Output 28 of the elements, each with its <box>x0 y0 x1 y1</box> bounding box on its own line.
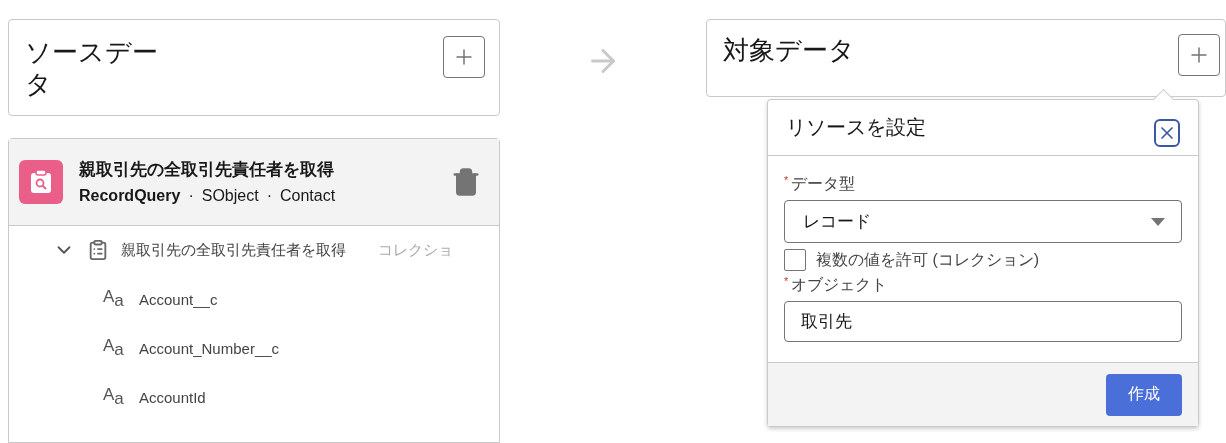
field-name: Account__c <box>139 290 218 308</box>
field-name: Account_Number__c <box>139 339 280 357</box>
checkbox-label: 複数の値を許可 (コレクション) <box>816 249 1040 270</box>
add-button[interactable] <box>1178 34 1220 76</box>
clipboard-search-icon <box>19 159 63 204</box>
card-title: 対象データ <box>723 34 856 67</box>
card-title: ソースデータ <box>25 36 159 101</box>
tree-label[interactable]: 親取引先の全取引先責任者を取得 <box>121 240 346 260</box>
field-label: データ型 <box>791 174 856 194</box>
object-input-field[interactable]: 取引先 <box>784 301 1182 342</box>
close-button[interactable] <box>1154 118 1180 147</box>
query-meta: SObject <box>201 187 259 206</box>
field-name: AccountId <box>139 388 206 406</box>
query-title: 親取引先の全取引先責任者を取得 <box>79 159 335 182</box>
checkbox[interactable] <box>784 249 806 271</box>
create-button[interactable]: 作成 <box>1106 373 1182 416</box>
required-mark: * <box>784 275 789 289</box>
field-label: オブジェクト <box>791 275 888 295</box>
popover-title: リソースを設定 <box>786 115 926 140</box>
query-meta: Contact <box>279 187 336 206</box>
separator: · <box>188 187 194 206</box>
separator: · <box>266 187 272 206</box>
collection-tag: コレクショ <box>378 240 453 260</box>
clipboard-icon <box>87 239 109 262</box>
query-type: RecordQuery <box>79 187 181 206</box>
data-type-select[interactable]: レコード <box>784 200 1182 243</box>
add-button[interactable] <box>443 36 486 78</box>
required-mark: * <box>784 174 789 188</box>
